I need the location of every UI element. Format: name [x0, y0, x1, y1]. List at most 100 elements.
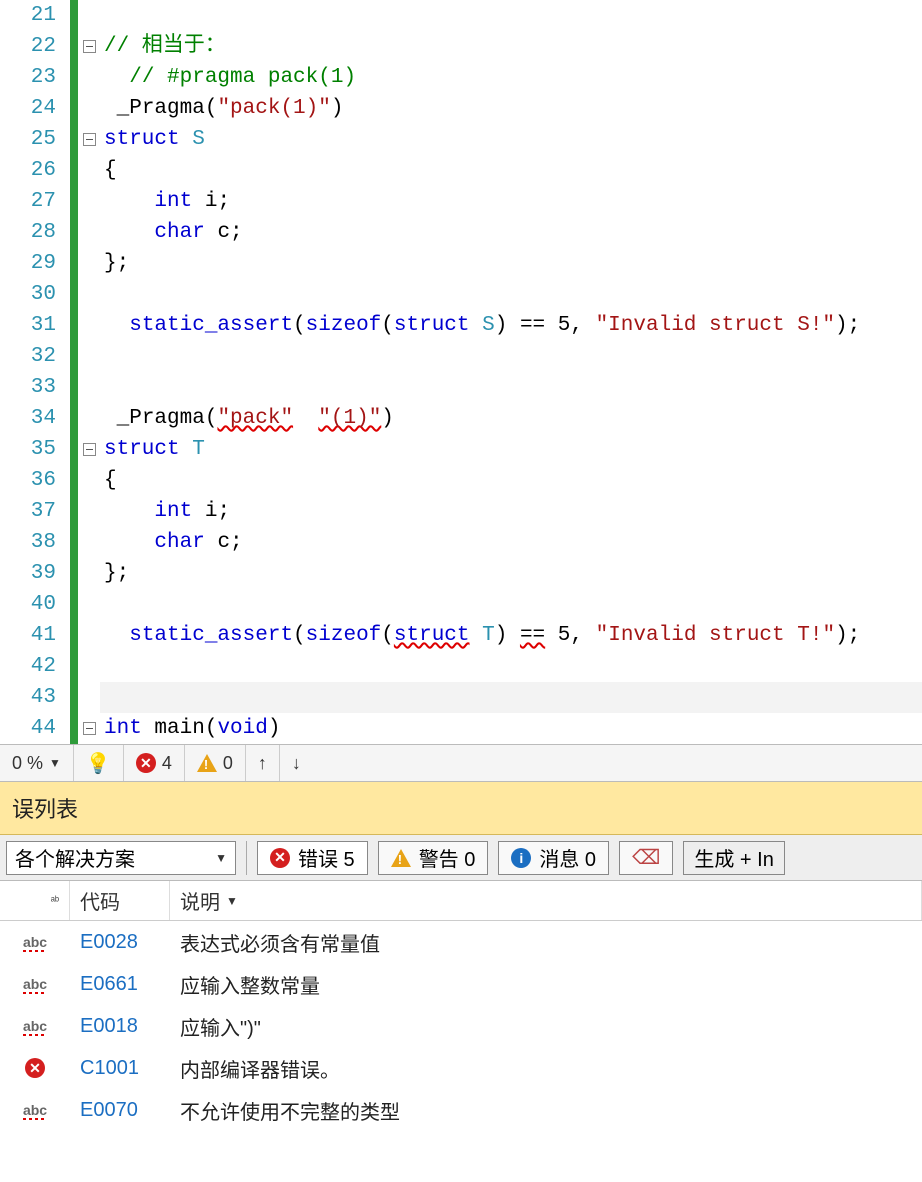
error-code: E0028	[70, 931, 170, 954]
editor-statusbar: 0 % ▼ 💡 ✕ 4 0 ↑ ↓	[0, 744, 922, 782]
intellisense-icon: abc	[23, 934, 47, 950]
code-line: char c;	[100, 527, 922, 558]
dropdown-value: 各个解决方案	[15, 843, 135, 872]
fold-column	[78, 0, 100, 744]
solution-scope-dropdown[interactable]: 各个解决方案 ▼	[6, 841, 236, 875]
arrow-up-icon: ↑	[258, 753, 267, 774]
error-row[interactable]: abc E0018 应输入")"	[0, 1005, 922, 1047]
code-line: // 相当于：	[100, 31, 922, 62]
error-description: 内部编译器错误。	[170, 1054, 922, 1083]
intellisense-icon: abc	[23, 1102, 47, 1118]
error-description: 表达式必须含有常量值	[170, 928, 922, 957]
sort-desc-icon: ▼	[226, 894, 238, 908]
error-code: E0018	[70, 1015, 170, 1038]
code-line: int i;	[100, 186, 922, 217]
line-number: 22	[0, 31, 56, 62]
errors-counter[interactable]: ✕ 4	[124, 745, 185, 781]
warning-icon	[391, 849, 411, 867]
code-line: struct S	[100, 124, 922, 155]
line-number: 42	[0, 651, 56, 682]
code-line: {	[100, 465, 922, 496]
errors-filter-label: 错误 5	[298, 843, 355, 872]
error-code: E0661	[70, 973, 170, 996]
lightbulb-button[interactable]: 💡	[74, 745, 124, 781]
zoom-dropdown[interactable]: 0 % ▼	[0, 745, 74, 781]
error-code: C1001	[70, 1057, 170, 1080]
code-line-active	[100, 682, 922, 713]
header-severity[interactable]: ᵃᵇ	[0, 881, 70, 920]
warnings-counter[interactable]: 0	[185, 745, 246, 781]
intellisense-icon: abc	[23, 1018, 47, 1034]
line-number: 40	[0, 589, 56, 620]
code-line: int main(void)	[100, 713, 922, 744]
code-line: // #pragma pack(1)	[100, 62, 922, 93]
error-row[interactable]: abc E0028 表达式必须含有常量值	[0, 921, 922, 963]
warning-icon	[197, 754, 217, 772]
line-number: 35	[0, 434, 56, 465]
line-number: 30	[0, 279, 56, 310]
next-issue-button[interactable]: ↓	[280, 745, 313, 781]
code-line: struct T	[100, 434, 922, 465]
arrow-down-icon: ↓	[292, 753, 301, 774]
error-description: 应输入整数常量	[170, 970, 922, 999]
error-description: 应输入")"	[170, 1012, 922, 1041]
clear-filter-icon: ⌫	[632, 845, 660, 870]
line-number: 39	[0, 558, 56, 589]
chevron-down-icon: ▼	[49, 756, 61, 770]
build-intellisense-dropdown[interactable]: 生成 + In	[683, 841, 784, 875]
line-number: 29	[0, 248, 56, 279]
error-icon: ✕	[136, 753, 156, 773]
line-number: 32	[0, 341, 56, 372]
line-number: 44	[0, 713, 56, 744]
warnings-filter-label: 警告 0	[419, 843, 476, 872]
code-line: };	[100, 248, 922, 279]
code-line: static_assert(sizeof(struct S) == 5, "In…	[100, 310, 922, 341]
error-list-table: ᵃᵇ 代码 说明 ▼ abc E0028 表达式必须含有常量值 abc E066…	[0, 881, 922, 1131]
line-number: 41	[0, 620, 56, 651]
code-line: };	[100, 558, 922, 589]
code-line: _Pragma("pack" "(1)")	[100, 403, 922, 434]
line-number: 27	[0, 186, 56, 217]
line-number: 38	[0, 527, 56, 558]
error-description: 不允许使用不完整的类型	[170, 1096, 922, 1125]
chevron-down-icon: ▼	[215, 851, 227, 865]
fold-toggle-icon[interactable]	[83, 40, 96, 53]
build-dropdown-label: 生成 + In	[694, 843, 773, 872]
code-line: char c;	[100, 217, 922, 248]
line-number: 36	[0, 465, 56, 496]
error-icon: ✕	[270, 848, 290, 868]
error-row[interactable]: ✕ C1001 内部编译器错误。	[0, 1047, 922, 1089]
error-code: E0070	[70, 1099, 170, 1122]
errors-filter-button[interactable]: ✕ 错误 5	[257, 841, 368, 875]
header-code[interactable]: 代码	[70, 881, 170, 920]
line-number: 34	[0, 403, 56, 434]
warnings-filter-button[interactable]: 警告 0	[378, 841, 489, 875]
code-editor: 21 22 23 24 25 26 27 28 29 30 31 32 33 3…	[0, 0, 922, 744]
header-desc-label: 说明	[180, 886, 220, 915]
messages-filter-button[interactable]: i 消息 0	[498, 841, 609, 875]
lightbulb-icon: 💡	[86, 751, 111, 776]
fold-toggle-icon[interactable]	[83, 722, 96, 735]
change-indicator-bar	[70, 0, 78, 744]
messages-filter-label: 消息 0	[539, 843, 596, 872]
errors-count: 4	[162, 753, 172, 774]
prev-issue-button[interactable]: ↑	[246, 745, 280, 781]
intellisense-icon: abc	[23, 976, 47, 992]
line-number: 26	[0, 155, 56, 186]
line-number: 25	[0, 124, 56, 155]
line-number: 24	[0, 93, 56, 124]
code-content[interactable]: // 相当于： // #pragma pack(1) _Pragma("pack…	[100, 0, 922, 744]
fold-toggle-icon[interactable]	[83, 443, 96, 456]
error-icon: ✕	[25, 1058, 45, 1078]
info-icon: i	[511, 848, 531, 868]
error-row[interactable]: abc E0070 不允许使用不完整的类型	[0, 1089, 922, 1131]
fold-toggle-icon[interactable]	[83, 133, 96, 146]
error-row[interactable]: abc E0661 应输入整数常量	[0, 963, 922, 1005]
header-description[interactable]: 说明 ▼	[170, 881, 922, 920]
error-list-toolbar: 各个解决方案 ▼ ✕ 错误 5 警告 0 i 消息 0 ⌫ 生成 + In	[0, 835, 922, 881]
code-line: static_assert(sizeof(struct T) == 5, "In…	[100, 620, 922, 651]
line-number: 33	[0, 372, 56, 403]
code-line: _Pragma("pack(1)")	[100, 93, 922, 124]
clear-filter-button[interactable]: ⌫	[619, 841, 673, 875]
line-number: 21	[0, 0, 56, 31]
